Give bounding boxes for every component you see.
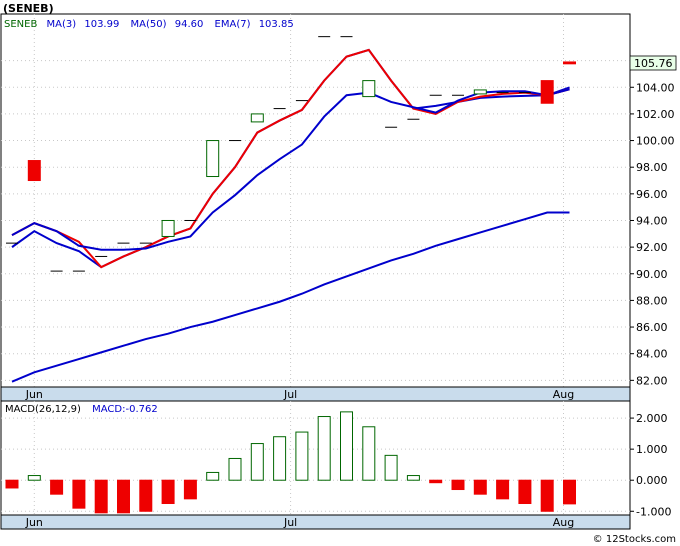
legend-ma3-label: MA(3) <box>47 19 77 30</box>
macd-negative-bar <box>161 479 175 505</box>
macd-positive-bar <box>273 436 287 481</box>
macd-x-tick-label: Aug <box>553 516 574 529</box>
macd-y-tick-label: 2.000 <box>636 412 668 425</box>
price-up-candle <box>362 80 376 98</box>
price-up-candle <box>161 219 175 237</box>
macd-x-tick-label: Jun <box>25 516 43 529</box>
price-legend: SENEB MA(3) 103.99 MA(50) 94.60 EMA(7) 1… <box>4 19 294 30</box>
macd-positive-bar <box>27 475 41 481</box>
macd-positive-bar <box>228 457 242 481</box>
price-y-tick-label: 94.00 <box>636 214 668 227</box>
legend-ma50-label: MA(50) <box>131 19 167 30</box>
macd-positive-bar <box>384 454 398 481</box>
macd-positive-bar <box>295 431 309 481</box>
macd-positive-bar <box>250 443 264 481</box>
macd-x-tick-label: Jul <box>283 516 297 529</box>
macd-negative-bar <box>496 479 510 500</box>
price-x-axis-strip <box>0 386 631 402</box>
macd-negative-bar <box>473 479 487 495</box>
macd-negative-bar <box>72 479 86 509</box>
price-y-tick-label: 92.00 <box>636 241 668 254</box>
price-y-tick-label: 104.00 <box>636 81 675 94</box>
price-y-tick-label: 102.00 <box>636 108 675 121</box>
watermark: © 12Stocks.com <box>593 534 676 545</box>
macd-negative-bar <box>5 479 19 489</box>
macd-negative-bar <box>540 479 554 512</box>
price-y-tick-label: 84.00 <box>636 348 668 361</box>
price-x-tick-label: Jul <box>283 388 297 401</box>
macd-negative-bar <box>183 479 197 500</box>
price-down-candle <box>27 160 41 182</box>
stock-chart: 82.00 84.00 86.00 88.00 90.00 92.00 94.00 96.00… <box>0 2 677 545</box>
macd-x-axis-strip <box>0 514 631 530</box>
last-price-tag: 105.76 <box>634 57 673 70</box>
price-down-candle <box>540 80 554 104</box>
macd-y-axis-ticks: -1.000 0.000 1.000 2.000 <box>630 412 671 518</box>
macd-positive-bar <box>362 426 376 481</box>
macd-y-tick-label: 1.000 <box>636 443 668 456</box>
macd-y-tick-label: 0.000 <box>636 474 668 487</box>
price-panel: 82.00 84.00 86.00 88.00 90.00 92.00 94.00 96.00… <box>0 13 675 402</box>
macd-negative-bar <box>139 479 153 512</box>
price-y-tick-label: 88.00 <box>636 294 668 307</box>
chart-title: (SENEB) <box>3 2 54 15</box>
macd-negative-bar <box>94 479 108 514</box>
legend-ma3-value: 103.99 <box>84 19 119 30</box>
price-up-candle <box>250 113 264 123</box>
macd-negative-bar <box>563 479 576 505</box>
price-x-tick-label: Jun <box>25 388 43 401</box>
macd-legend: MACD(26,12,9) MACD:-0.762 <box>5 404 158 415</box>
price-y-tick-label: 100.00 <box>636 135 675 148</box>
macd-negative-bar <box>518 479 532 505</box>
price-y-axis-ticks: 82.00 84.00 86.00 88.00 90.00 92.00 94.00 96.00… <box>630 55 675 387</box>
price-panel-background <box>0 13 631 388</box>
legend-ema7-label: EMA(7) <box>215 19 251 30</box>
price-up-candle <box>473 89 487 95</box>
price-up-candle <box>206 140 220 178</box>
price-y-tick-label: 98.00 <box>636 161 668 174</box>
price-down-candle <box>563 61 576 65</box>
macd-positive-bar <box>340 411 353 481</box>
legend-ma50-value: 94.60 <box>175 19 204 30</box>
price-y-tick-label: 86.00 <box>636 321 668 334</box>
price-y-tick-label: 82.00 <box>636 374 668 387</box>
macd-legend-value: MACD:-0.762 <box>92 404 158 415</box>
macd-negative-bar <box>451 479 465 491</box>
macd-negative-bar <box>429 479 443 484</box>
macd-positive-bar <box>406 475 420 481</box>
macd-positive-bar <box>206 471 220 481</box>
legend-ema7-value: 103.85 <box>259 19 294 30</box>
macd-negative-bar <box>117 479 130 514</box>
price-y-tick-label: 90.00 <box>636 268 668 281</box>
macd-positive-bar <box>317 416 331 481</box>
macd-legend-name: MACD(26,12,9) <box>5 404 81 415</box>
macd-negative-bar <box>50 479 64 495</box>
macd-y-tick-label: -1.000 <box>636 505 671 518</box>
macd-panel: -1.000 0.000 1.000 2.000 Jun Jul Aug <box>0 400 671 530</box>
price-y-tick-label: 96.00 <box>636 188 668 201</box>
legend-symbol: SENEB <box>4 19 37 30</box>
price-x-tick-label: Aug <box>553 388 574 401</box>
